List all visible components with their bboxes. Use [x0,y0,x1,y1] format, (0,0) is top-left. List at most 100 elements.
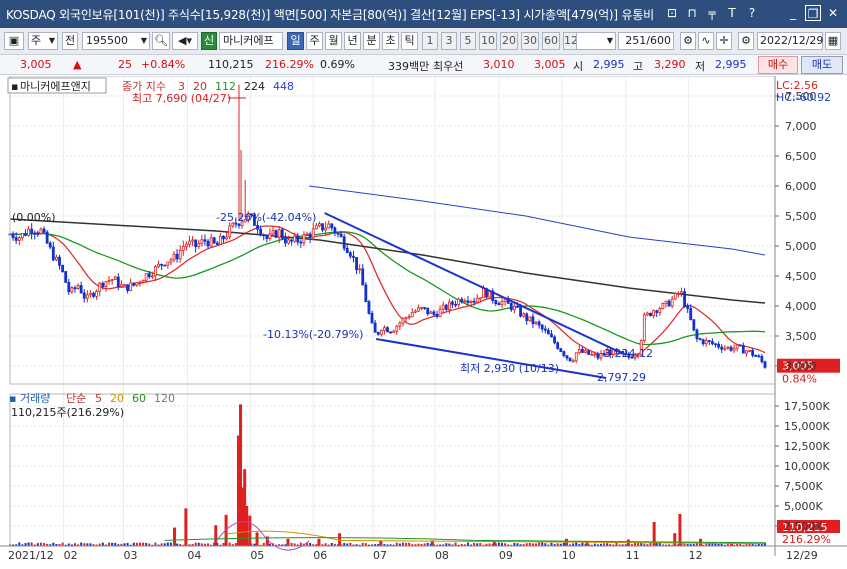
candle-body [20,233,24,239]
candle-body [104,281,108,287]
chart-icon[interactable]: ∿ [698,32,714,50]
candle-body [209,237,213,247]
candle-body [277,229,281,238]
min-price-annotation: 최저 2,930 (10/13) [460,362,559,375]
period-tab[interactable]: 틱 [401,32,418,50]
candle-body [686,306,690,309]
period-tab[interactable]: 월 [325,32,342,50]
candle-body [324,227,328,231]
minimize-icon[interactable]: _ [785,5,801,21]
volume-value: 110,215 [208,58,254,71]
close-icon[interactable]: ✕ [825,5,841,21]
volume-bar [184,508,188,546]
count-input[interactable]: 251/600 [618,32,674,50]
code-input[interactable]: 195500 ▼ [82,32,150,50]
price-chart[interactable]: 110,215216.29% 최고 7,690 (04/27)-25.26%(-… [0,76,847,569]
restore-icon[interactable]: ❐ [805,5,821,21]
volume-bar [541,542,544,546]
candle-body [147,273,151,278]
candle-body [593,353,597,356]
candle-body [701,339,705,345]
gear-icon[interactable]: ⚙ [738,32,754,50]
period-tab[interactable]: 년 [344,32,361,50]
candle-body [741,345,745,354]
candle-body [420,307,423,309]
volume-ratio: 216.29% [265,58,314,71]
price-tick-label: 3,500 [785,330,817,343]
interval-tab[interactable]: 1 [422,32,438,50]
candle-body [460,298,464,303]
candle-body [101,282,105,287]
window-icon[interactable]: ⊡ [664,5,680,21]
speaker-icon[interactable]: ◀▾ [172,32,198,50]
candle-body [191,239,194,242]
period-tab[interactable]: 주 [306,32,323,50]
candle-body [757,355,761,358]
candle-body [157,263,160,268]
buy-button[interactable]: 매수 [758,56,798,74]
candle-body [271,230,275,235]
prefix-button[interactable]: 전 [62,32,78,50]
candle-body [358,268,362,271]
sell-button[interactable]: 매도 [801,56,843,74]
turnover-rate: 0.69% [320,58,355,71]
interval-tab[interactable]: 20 [500,32,518,50]
period-tab[interactable]: 초 [382,32,399,50]
crosshair-icon[interactable]: ✛ [716,32,732,50]
volume-bar [30,542,33,546]
ma-period-label: 224 [244,80,265,93]
ma-period-label: 112 [215,80,236,93]
help-icon[interactable]: ? [744,5,760,21]
candle-body [327,223,331,229]
chart-background [0,76,847,569]
text-icon[interactable]: T [724,5,740,21]
price-tick-label: 5,000 [785,240,817,253]
candle-body [522,313,526,317]
title-bar: KOSDAQ 외국인보유[101(천)] 주식수[15,928(천)] 액면[5… [0,0,847,28]
interval-dropdown[interactable]: ▼ [576,32,616,50]
volume-tick-label: 2,500K [784,520,823,533]
candle-body [141,279,145,283]
candle-body [500,301,504,306]
interval-tab[interactable]: 5 [460,32,476,50]
interval-tab[interactable]: 10 [479,32,497,50]
settings-icon[interactable]: ⚙ [680,32,696,50]
market-select[interactable]: 주 ▼ [28,32,58,50]
candle-body [568,357,572,362]
pushpin-icon[interactable]: ╤ [704,5,720,21]
low-label: 저 [695,60,706,73]
candle-body [132,282,136,286]
date-input[interactable]: 2022/12/29 [757,32,823,50]
menu-button[interactable]: 신 [201,32,217,50]
period-tab[interactable]: 일 [287,32,304,50]
interval-tab[interactable]: 3 [441,32,457,50]
layout-icon[interactable]: ▣ [4,32,24,50]
pin-icon[interactable]: ⊓ [684,5,700,21]
volume-bar [317,538,321,546]
search-icon[interactable]: 🔍︎ [152,32,170,50]
candle-body [345,247,349,254]
candle-body [126,284,129,291]
candle-body [596,353,600,359]
x-tick-label: 09 [499,549,513,562]
candle-body [314,225,318,230]
ma-period-label: 448 [273,80,294,93]
candle-body [754,355,758,357]
candle-body [154,266,157,277]
calendar-icon[interactable]: ▦ [825,32,841,50]
interval-tab[interactable]: 30 [521,32,539,50]
interval-tab[interactable]: 60 [542,32,560,50]
candle-body [67,282,71,293]
candle-body [401,318,405,324]
candle-body [225,236,228,240]
candle-body [215,242,219,245]
candle-body [475,297,479,303]
volume-tick-label: 15,000K [784,420,830,433]
candle-body [296,235,300,243]
stock-name-field[interactable]: 마니커에프 [219,32,283,50]
candle-body [441,304,445,310]
candle-body [673,292,677,300]
period-tab[interactable]: 분 [363,32,380,50]
candle-body [571,360,575,363]
candle-body [318,223,321,227]
